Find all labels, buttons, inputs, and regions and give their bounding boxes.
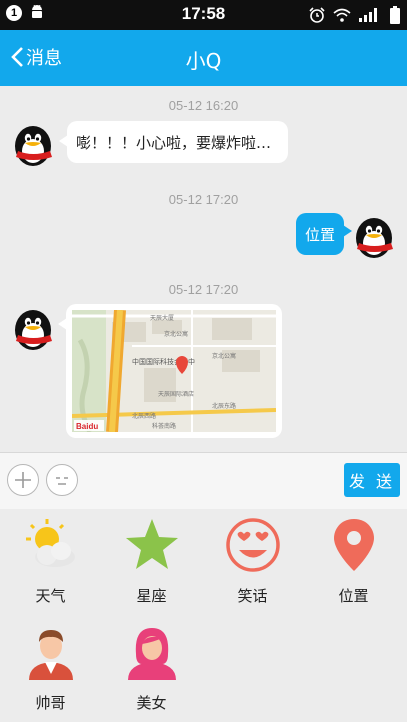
- map-label: 科荟南路: [152, 422, 176, 430]
- status-bar: 1 17:58: [0, 0, 407, 30]
- weather-icon: [26, 519, 75, 567]
- alarm-icon: [309, 7, 325, 23]
- panel-item-label: 帅哥: [35, 694, 66, 712]
- nav-bar: 消息 小Q: [0, 30, 407, 86]
- map-label: 京北公寓: [164, 330, 188, 338]
- message-timestamp: 05-12 17:20: [168, 192, 239, 207]
- map-label: 天辰国际酒店: [158, 390, 194, 398]
- wifi-icon: [333, 8, 351, 22]
- input-bar: 发 送: [0, 452, 407, 510]
- message-text: 嘭！！！小心啦，要爆炸啦…: [76, 134, 272, 152]
- message-bubble-outgoing[interactable]: 位置: [296, 213, 352, 255]
- message-text: 位置: [304, 226, 335, 244]
- joke-smiley-icon: [226, 518, 280, 572]
- qq-penguin-avatar[interactable]: [351, 213, 397, 259]
- panel-item-label: 星座: [136, 587, 167, 605]
- message-timestamp: 05-12 16:20: [168, 98, 239, 113]
- panel-item-label: 位置: [338, 587, 369, 605]
- map-label: 京北公寓: [212, 352, 236, 360]
- beauty-girl-icon: [128, 628, 176, 680]
- panel-item-label: 笑话: [237, 587, 268, 605]
- add-button[interactable]: [7, 464, 39, 496]
- message-bubble[interactable]: 嘭！！！小心啦，要爆炸啦…: [59, 121, 288, 163]
- panel-item-label: 美女: [136, 694, 167, 712]
- handsome-guy-icon: [29, 630, 73, 680]
- map-label: 天辰大厦: [150, 314, 174, 322]
- location-pin-icon: [334, 519, 374, 571]
- map-label: 北辰西路: [132, 412, 156, 420]
- map-thumbnail[interactable]: 中国国际科技会展中 天辰大厦 京北公寓 京北公寓 天辰国际酒店 北辰东路 北辰西…: [72, 310, 276, 432]
- function-panel: 天气 星座 笑话 位置 帅哥 美女: [0, 509, 407, 722]
- smiley-face-icon: [56, 477, 68, 485]
- send-button[interactable]: 发 送: [344, 463, 400, 497]
- qq-penguin-avatar[interactable]: [10, 305, 56, 351]
- map-label: 北辰东路: [212, 402, 236, 410]
- qq-penguin-avatar[interactable]: [10, 121, 56, 167]
- message-timestamp: 05-12 17:20: [168, 282, 239, 297]
- star-icon: [126, 519, 178, 569]
- plus-icon: [15, 472, 31, 488]
- battery-icon: [390, 6, 400, 24]
- baidu-logo: Baidu: [76, 422, 98, 431]
- page-title: 小Q: [185, 49, 222, 73]
- panel-item-label: 天气: [35, 587, 66, 605]
- signal-icon: [359, 8, 377, 22]
- emoji-button[interactable]: [46, 464, 78, 496]
- map-message-bubble[interactable]: 中国国际科技会展中 天辰大厦 京北公寓 京北公寓 天辰国际酒店 北辰东路 北辰西…: [58, 304, 282, 438]
- chat-area[interactable]: 05-12 16:20 嘭！！！小心啦，要爆炸啦… 05-12 17:20 位置…: [0, 86, 407, 452]
